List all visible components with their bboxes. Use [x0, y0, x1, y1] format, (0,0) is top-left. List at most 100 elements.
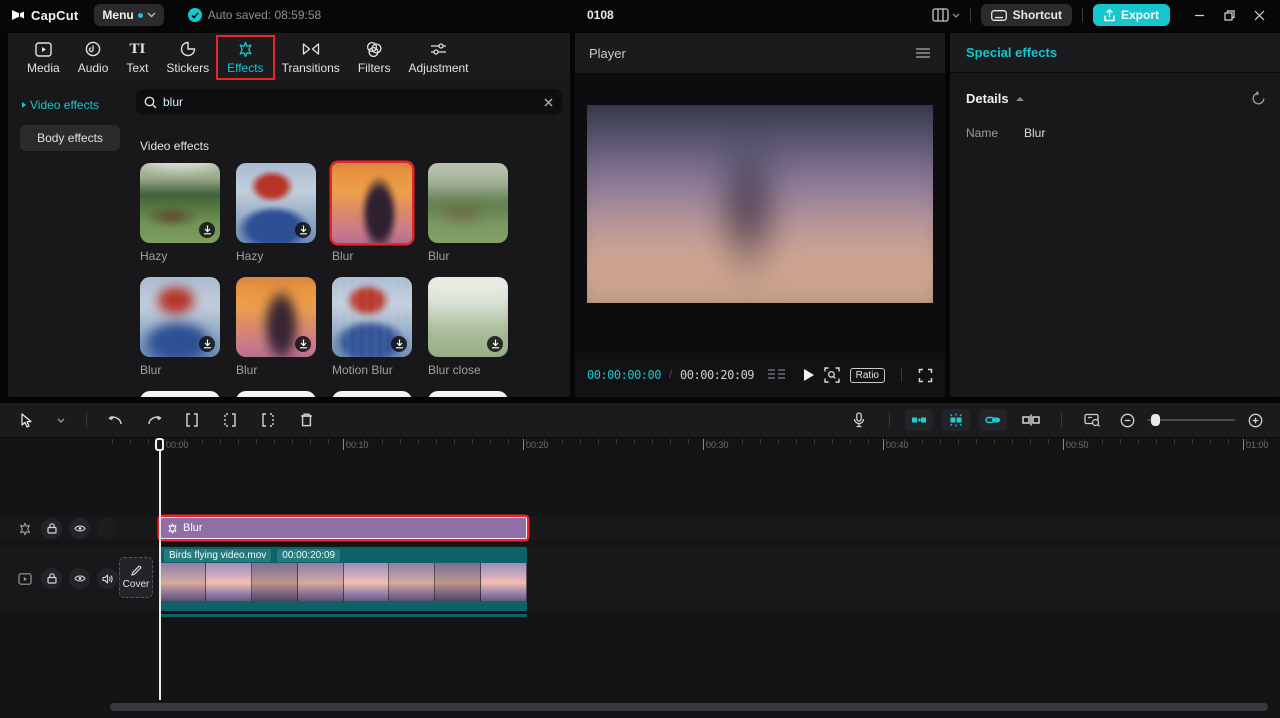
close-button[interactable] [1246, 3, 1272, 27]
delete-right-button[interactable] [253, 406, 283, 434]
capcut-logo: CapCut [10, 7, 78, 23]
lock-track-button[interactable] [41, 568, 62, 589]
tab-text[interactable]: TI Text [117, 37, 157, 78]
effect-thumbnail [236, 391, 316, 397]
select-tool-dropdown[interactable] [50, 406, 72, 434]
effect-item-blur-2[interactable]: Blur [428, 163, 508, 263]
details-section-header[interactable]: Details [950, 73, 1280, 106]
horizontal-scrollbar[interactable] [110, 703, 1268, 711]
timeline-ruler[interactable]: 00:00 00:10 00:20 00:30 00:40 00:50 01:0… [0, 438, 1280, 460]
effects-sidebar: Video effects Body effects [8, 81, 132, 397]
shortcut-button[interactable]: Shortcut [980, 4, 1072, 26]
menu-button[interactable]: Menu [94, 4, 164, 26]
auto-snap-toggle[interactable] [905, 409, 933, 431]
zoom-in-button[interactable] [1244, 406, 1266, 434]
effect-clip-blur[interactable]: Blur [160, 517, 527, 539]
restore-button[interactable] [1216, 3, 1242, 27]
tab-transitions[interactable]: Transitions [273, 37, 349, 78]
tab-audio[interactable]: Audio [69, 37, 118, 78]
filmstrip-frame [297, 563, 344, 601]
select-tool-button[interactable] [12, 406, 42, 434]
delete-button[interactable] [291, 406, 321, 434]
redo-button[interactable] [139, 406, 169, 434]
inspector-panel: Special effects Details Name Blur [950, 33, 1280, 397]
download-icon[interactable] [391, 336, 407, 352]
tab-stickers[interactable]: Stickers [157, 37, 218, 78]
tab-adjustment[interactable]: Adjustment [399, 37, 477, 78]
effect-name: Blur [332, 249, 354, 263]
keyboard-icon [990, 9, 1007, 21]
tab-effects[interactable]: Effects [216, 35, 275, 80]
effect-track-controls [16, 518, 118, 539]
download-icon[interactable] [295, 222, 311, 238]
sidebar-item-body-effects[interactable]: Body effects [20, 125, 120, 151]
cover-button[interactable]: Cover [119, 557, 153, 598]
effect-item-motion-blur[interactable]: Motion Blur [332, 277, 412, 377]
fullscreen-icon[interactable] [918, 368, 933, 383]
player-controls-right: Ratio [823, 367, 933, 383]
sidebar-item-video-effects[interactable]: Video effects [8, 91, 132, 119]
video-clip-name: Birds flying video.mov [164, 548, 272, 562]
video-frame [587, 105, 933, 303]
minimize-button[interactable] [1186, 3, 1212, 27]
record-voiceover-button[interactable] [844, 406, 874, 434]
play-button[interactable] [803, 368, 815, 382]
download-icon[interactable] [487, 336, 503, 352]
search-bar[interactable] [136, 89, 562, 115]
link-toggle[interactable] [979, 409, 1007, 431]
effect-item-partial[interactable] [428, 391, 508, 397]
lock-track-button[interactable] [41, 518, 62, 539]
layout-switch-button[interactable] [931, 8, 960, 22]
tab-filters[interactable]: Filters [349, 37, 400, 78]
clear-search-icon[interactable] [543, 97, 554, 108]
ratio-button[interactable]: Ratio [849, 367, 885, 383]
zoom-out-button[interactable] [1116, 406, 1138, 434]
effect-name: Hazy [236, 249, 264, 263]
effect-name: Blur [140, 363, 162, 377]
export-button[interactable]: Export [1092, 4, 1170, 26]
sidebar-item-label: Body effects [37, 131, 103, 145]
undo-button[interactable] [101, 406, 131, 434]
effect-item-partial[interactable] [332, 391, 412, 397]
effect-item-partial[interactable] [236, 391, 316, 397]
effects-star-icon [237, 40, 254, 58]
preview-quality-icon[interactable] [823, 367, 840, 383]
fit-timeline-button[interactable] [1077, 406, 1107, 434]
effect-item-blur-close[interactable]: Blur close [428, 277, 508, 377]
effect-name: Blur close [428, 363, 481, 377]
zoom-slider-handle[interactable] [1151, 414, 1160, 426]
hide-track-button[interactable] [69, 568, 90, 589]
player-menu-icon[interactable] [915, 47, 931, 59]
effect-item-hazy-2[interactable]: Hazy [236, 163, 316, 263]
video-preview[interactable] [587, 105, 933, 303]
search-input[interactable] [163, 95, 537, 109]
shortcut-label: Shortcut [1012, 8, 1062, 22]
frame-step-icon[interactable] [768, 369, 786, 381]
inspector-tab-special-effects[interactable]: Special effects [966, 45, 1057, 60]
preview-axis-toggle[interactable] [942, 409, 970, 431]
effect-item-partial[interactable] [140, 391, 220, 397]
media-icon [35, 40, 52, 58]
mute-track-button[interactable] [97, 568, 118, 589]
download-icon[interactable] [199, 336, 215, 352]
split-button[interactable] [177, 406, 207, 434]
total-duration: 00:00:20:09 [680, 368, 755, 382]
download-icon[interactable] [199, 222, 215, 238]
tab-media[interactable]: Media [18, 37, 69, 78]
delete-left-button[interactable] [215, 406, 245, 434]
effect-thumbnail [332, 163, 412, 243]
filmstrip-frame [343, 563, 390, 601]
effect-item-blur-3[interactable]: Blur [140, 277, 220, 377]
playhead-handle[interactable] [155, 438, 164, 451]
effect-item-hazy-1[interactable]: Hazy [140, 163, 220, 263]
download-icon[interactable] [295, 336, 311, 352]
effect-item-blur-selected[interactable]: Blur [332, 163, 412, 263]
main-track-magnet-button[interactable] [1016, 406, 1046, 434]
playhead-line[interactable] [159, 438, 161, 700]
timeline-zoom-slider[interactable] [1147, 414, 1235, 426]
collapse-caret-icon [1015, 96, 1024, 101]
hide-track-button[interactable] [69, 518, 90, 539]
effect-item-blur-4[interactable]: Blur [236, 277, 316, 377]
reset-icon[interactable] [1251, 91, 1266, 106]
video-clip[interactable]: Birds flying video.mov 00:00:20:09 [160, 547, 527, 611]
